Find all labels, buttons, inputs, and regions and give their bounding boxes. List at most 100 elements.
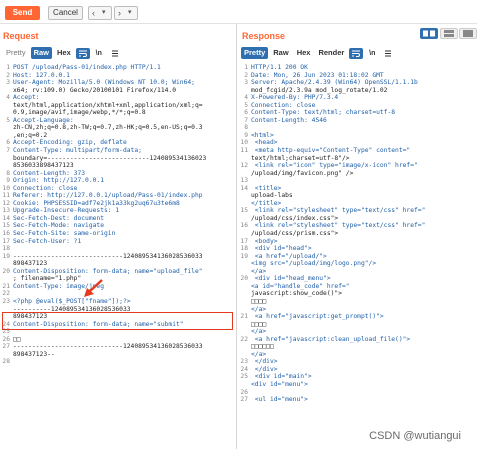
line-number: 11 — [240, 147, 248, 155]
pane-divider[interactable] — [236, 24, 237, 449]
response-line: 9 <html> — [240, 132, 474, 140]
forward-nav-group[interactable]: › ▾ — [114, 6, 138, 20]
code-text: POST /upload/Pass-01/index.php HTTP/1.1 — [13, 64, 161, 71]
response-tab-raw[interactable]: Raw — [270, 47, 291, 59]
response-newline-icon[interactable]: \n — [365, 48, 379, 59]
code-text: 8536033898437123 — [13, 162, 74, 170]
line-number: 13 — [240, 177, 248, 185]
response-line: 14 <title> upload-labs </title> — [240, 185, 474, 208]
code-text: <a href="/upload/"> — [251, 252, 327, 260]
request-wrap-icon[interactable] — [75, 47, 90, 59]
code-text: Host: 127.0.0.1 — [13, 71, 70, 79]
code-text: Upgrade-Insecure-Requests: 1 — [13, 207, 120, 215]
response-line: 22 <a href="javascript:clean_upload_file… — [240, 336, 474, 359]
response-tab-hex[interactable]: Hex — [294, 47, 314, 59]
line-number: 13 — [2, 207, 10, 215]
response-line: 27 <ul id="menu"> — [240, 396, 474, 404]
line-number: 27 — [240, 396, 248, 404]
response-line: 5 Connection: close — [240, 102, 474, 110]
code-text: □□□□□□ — [251, 343, 274, 351]
request-line: 1 POST /upload/Pass-01/index.php HTTP/1.1 — [2, 64, 234, 72]
response-menu-icon[interactable] — [381, 48, 395, 59]
code-text: </a> — [251, 305, 267, 313]
code-text: 0.9,image/avif,image/webp,*/*;q=0.8 — [13, 109, 146, 117]
response-tab-render[interactable]: Render — [315, 47, 347, 59]
request-line: 20 Content-Disposition: form-data; name="… — [2, 268, 234, 283]
code-text: text/html;charset=utf-8"/> — [251, 154, 350, 162]
request-tab-raw[interactable]: Raw — [30, 47, 53, 59]
code-text: <meta http-equiv="Content-Type" content=… — [251, 147, 411, 155]
response-line: 23 </div> — [240, 358, 474, 366]
request-menu-icon[interactable] — [108, 48, 122, 59]
request-line: 8 Content-Length: 373 — [2, 170, 234, 178]
code-text: Date: Mon, 26 Jun 2023 01:18:02 GMT — [251, 71, 384, 79]
response-line: 11 <meta http-equiv="Content-Type" conte… — [240, 147, 474, 162]
line-number: 7 — [244, 116, 248, 124]
line-number: 11 — [2, 192, 10, 200]
code-text: HTTP/1.1 200 OK — [251, 64, 308, 71]
line-number: 19 — [2, 252, 10, 260]
response-wrap-icon[interactable] — [349, 47, 364, 59]
response-line: 10 <head> — [240, 139, 474, 147]
response-line: 12 <link rel="icon" type="image/x-icon" … — [240, 162, 474, 177]
line-number: 25 — [240, 373, 248, 381]
request-line: 11 Referer: http://127.0.0.1/upload/Pass-… — [2, 192, 234, 200]
forward-arrow-icon[interactable]: › — [118, 7, 121, 19]
layout-stacked-icon[interactable] — [440, 28, 458, 39]
request-editor[interactable]: 1 POST /upload/Pass-01/index.php HTTP/1.1… — [2, 64, 234, 449]
line-number: 12 — [2, 199, 10, 207]
code-text: </a> — [251, 350, 267, 358]
code-text: Content-Disposition: form-data; name="up… — [13, 267, 203, 275]
code-text: -----------------------------12408953413… — [13, 343, 203, 351]
line-number: 16 — [240, 222, 248, 230]
code-text: upload-labs — [251, 192, 293, 200]
layout-single-icon[interactable] — [459, 28, 477, 39]
send-button[interactable]: Send — [5, 6, 40, 20]
response-editor[interactable]: 1 HTTP/1.1 200 OK 2 Date: Mon, 26 Jun 2023 … — [240, 64, 474, 449]
request-newline-icon[interactable]: \n — [92, 48, 106, 59]
back-history-dropdown-icon[interactable]: ▾ — [102, 7, 106, 19]
code-text: text/html,application/xhtml+xml,applicat… — [13, 101, 203, 109]
code-text: User-Agent: Mozilla/5.0 (Windows NT 10.0… — [13, 79, 195, 87]
response-tab-pretty[interactable]: Pretty — [241, 47, 269, 59]
back-nav-group[interactable]: ‹ ▾ — [88, 6, 112, 20]
payload-highlight-box — [2, 312, 233, 330]
request-line: 28 — [2, 358, 234, 366]
request-tab-pretty[interactable]: Pretty — [3, 47, 29, 59]
line-number: 2 — [6, 71, 10, 79]
code-text: <div id="head_menu"> — [251, 275, 331, 283]
line-number: 18 — [2, 245, 10, 253]
code-text: <body> — [251, 237, 278, 245]
line-number: 9 — [6, 177, 10, 185]
code-text: -----------------------------12408953413… — [13, 252, 203, 260]
code-text: Content-Length: 373 — [13, 169, 86, 177]
code-text: Referer: http://127.0.0.1/upload/Pass-01… — [13, 192, 203, 200]
layout-split-icon[interactable] — [420, 28, 438, 39]
code-text: <link rel="stylesheet" type="text/css" h… — [251, 207, 426, 215]
code-text: x64; rv:109.0) Gecko/20100101 Firefox/11… — [13, 86, 177, 94]
line-number: 14 — [2, 214, 10, 222]
response-line: 20 <div id="head_menu"> <a id="handle_co… — [240, 275, 474, 313]
response-line: 3 Server: Apache/2.4.39 (Win64) OpenSSL/1… — [240, 79, 474, 94]
line-number: 4 — [6, 94, 10, 102]
request-line: 5 Accept-Language: zh-CN,zh;q=0.8,zh-TW;q=… — [2, 117, 234, 140]
code-text: Connection: close — [13, 184, 78, 192]
code-text: javascript:show_code()"> — [251, 290, 342, 298]
watermark: CSDN @wutiangui — [369, 430, 461, 442]
line-number: 23 — [240, 358, 248, 366]
line-number: 6 — [244, 109, 248, 117]
back-arrow-icon[interactable]: ‹ — [92, 7, 95, 19]
request-line: 26 □□ — [2, 336, 234, 344]
cancel-button[interactable]: Cancel — [48, 6, 83, 20]
code-text: Content-Type: multipart/form-data; — [13, 147, 142, 155]
line-number: 26 — [240, 388, 248, 396]
code-text: <div id="head"> — [251, 245, 312, 253]
code-text: Origin: http://127.0.0.1 — [13, 177, 104, 185]
forward-history-dropdown-icon[interactable]: ▾ — [128, 7, 132, 19]
code-text: </div> — [251, 365, 278, 373]
request-line: 19 -----------------------------124089534… — [2, 253, 234, 268]
code-text: zh-CN,zh;q=0.8,zh-TW;q=0.7,zh-HK;q=0.5,e… — [13, 124, 203, 132]
request-line: 10 Connection: close — [2, 185, 234, 193]
line-number: 7 — [6, 147, 10, 155]
request-tab-hex[interactable]: Hex — [54, 47, 74, 59]
